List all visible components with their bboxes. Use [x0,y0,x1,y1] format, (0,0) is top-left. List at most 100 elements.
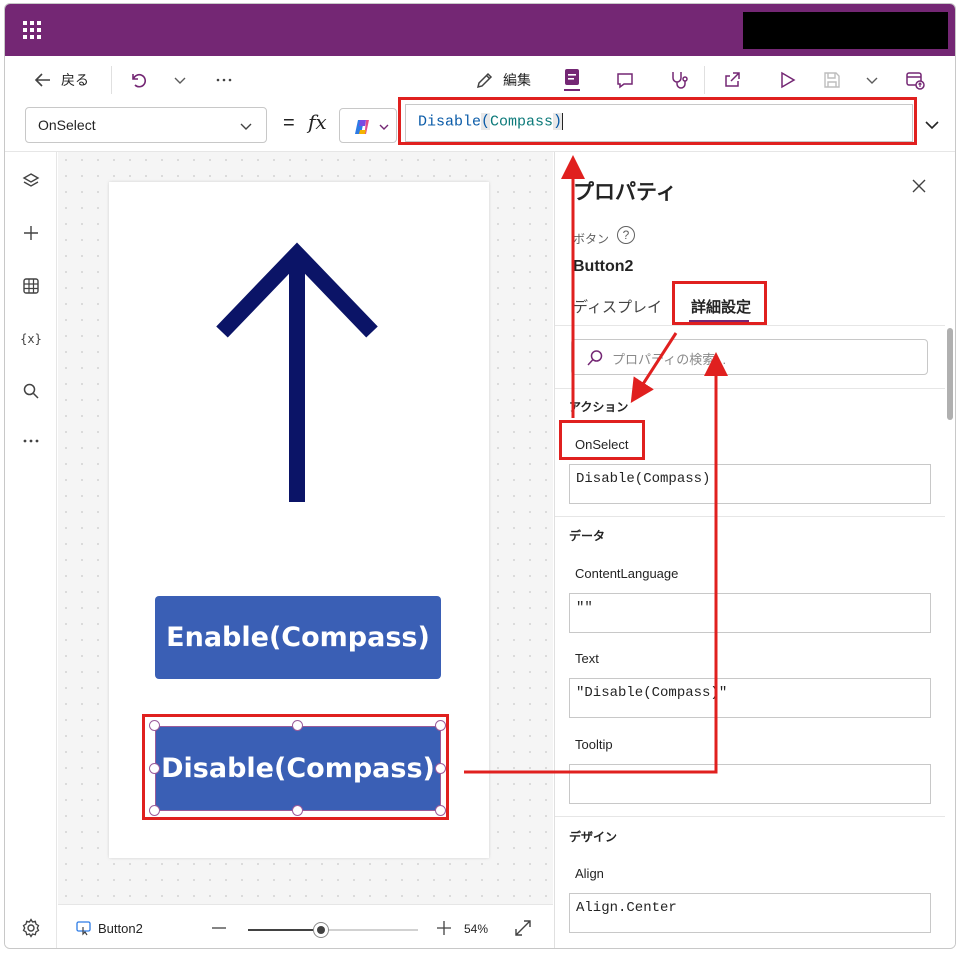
prop-label-contentlanguage: ContentLanguage [575,566,679,581]
edit-button[interactable]: 編集 [475,68,531,92]
table-icon [23,278,39,294]
more-commands-button[interactable] [212,68,236,92]
pencil-icon [476,72,493,89]
enable-compass-button[interactable]: Enable(Compass) [155,596,441,679]
publish-icon [906,72,925,90]
save-icon [824,72,840,88]
zoom-out-button[interactable] [210,919,230,939]
prop-input-tooltip[interactable] [569,764,931,804]
save-button[interactable] [820,68,844,92]
panel-scrollbar[interactable] [947,328,953,420]
zoom-slider-fill [248,929,321,931]
left-rail: {x} [5,152,57,948]
divider [555,516,945,517]
more-icon [216,78,232,82]
chevron-down-icon [379,124,389,130]
share-button[interactable] [720,68,744,92]
copilot-button[interactable] [339,108,397,143]
property-search-input[interactable]: プロパティの検索... [571,339,928,375]
comments-button[interactable] [613,68,637,92]
tree-view-button[interactable] [20,170,42,192]
share-icon [725,72,740,87]
tab-display[interactable]: ディスプレイ [573,296,662,317]
back-button[interactable]: 戻る [33,68,89,92]
more-button[interactable] [20,430,42,452]
status-bar: Button2 54% [58,904,553,948]
play-icon [781,71,796,89]
equals-sign: = [283,112,295,134]
close-icon [912,179,926,193]
app-checker-active-button[interactable] [560,66,584,92]
back-label: 戻る [61,72,89,88]
minus-icon [212,927,226,929]
prop-input-onselect[interactable]: Disable(Compass) [569,464,931,504]
divider [555,388,945,389]
search-button[interactable] [20,380,42,402]
divider [111,66,112,94]
search-icon [23,383,39,399]
chevron-down-icon [866,77,878,84]
section-design: デザイン [569,830,618,844]
fx-icon: fx [308,110,327,134]
expand-formula-button[interactable] [923,116,941,139]
control-name[interactable]: Button2 [573,258,633,276]
annotation-box-formula [398,97,917,145]
annotation-box-onselect [559,420,645,460]
divider [704,66,705,94]
section-data: データ [569,529,606,543]
expand-icon [515,920,531,936]
variables-button[interactable]: {x} [20,327,42,349]
app-launcher-icon[interactable] [21,19,43,41]
back-arrow-icon [34,73,50,87]
prop-label-tooltip: Tooltip [575,737,613,752]
data-button[interactable] [20,275,42,297]
document-icon [564,69,580,91]
prop-label-text: Text [575,651,599,666]
annotation-box-advanced-tab [672,281,767,325]
undo-dropdown-button[interactable] [169,68,191,92]
control-type: ボタン [573,232,610,246]
prop-label-align: Align [575,866,604,881]
chevron-down-icon [925,121,939,130]
undo-icon [132,73,147,88]
button-control-icon [76,921,91,936]
section-action: アクション [569,400,629,414]
preview-button[interactable] [775,68,799,92]
save-dropdown-button[interactable] [862,68,882,92]
undo-button[interactable] [126,68,150,92]
close-panel-button[interactable] [911,178,927,199]
insert-button[interactable] [20,222,42,244]
top-header [5,4,955,56]
search-icon [587,350,603,366]
plus-icon [24,226,38,240]
layers-icon [22,173,40,187]
fit-to-window-button[interactable] [514,919,534,939]
properties-panel: プロパティ ボタン ? Button2 ディスプレイ 詳細設定 プロパティの検索… [554,152,955,948]
divider [555,816,945,817]
prop-input-text[interactable]: "Disable(Compass)" [569,678,931,718]
chevron-down-icon [240,123,252,130]
annotation-box-disable-button [142,714,449,820]
zoom-slider-thumb[interactable] [313,922,329,938]
copilot-icon [355,120,369,134]
stethoscope-icon [672,72,688,89]
zoom-level: 54% [464,922,489,936]
gear-icon [22,918,40,938]
selected-control-name: Button2 [98,921,143,936]
more-icon [23,439,39,443]
edit-label: 編集 [503,72,531,88]
publish-button[interactable] [903,68,927,92]
compass-arrow-icon[interactable] [109,182,489,512]
prop-input-align[interactable]: Align.Center [569,893,931,933]
property-dropdown[interactable]: OnSelect [25,107,267,143]
help-icon[interactable]: ? [617,226,635,244]
zoom-slider-track[interactable] [248,922,418,938]
divider [555,325,945,326]
zoom-in-button[interactable] [435,919,455,939]
prop-input-contentlanguage[interactable]: "" [569,593,931,633]
comment-icon [617,73,633,89]
redacted-account-area [743,12,948,49]
app-checker-button[interactable] [667,68,691,92]
chevron-down-icon [174,77,186,84]
settings-button[interactable] [20,917,42,939]
